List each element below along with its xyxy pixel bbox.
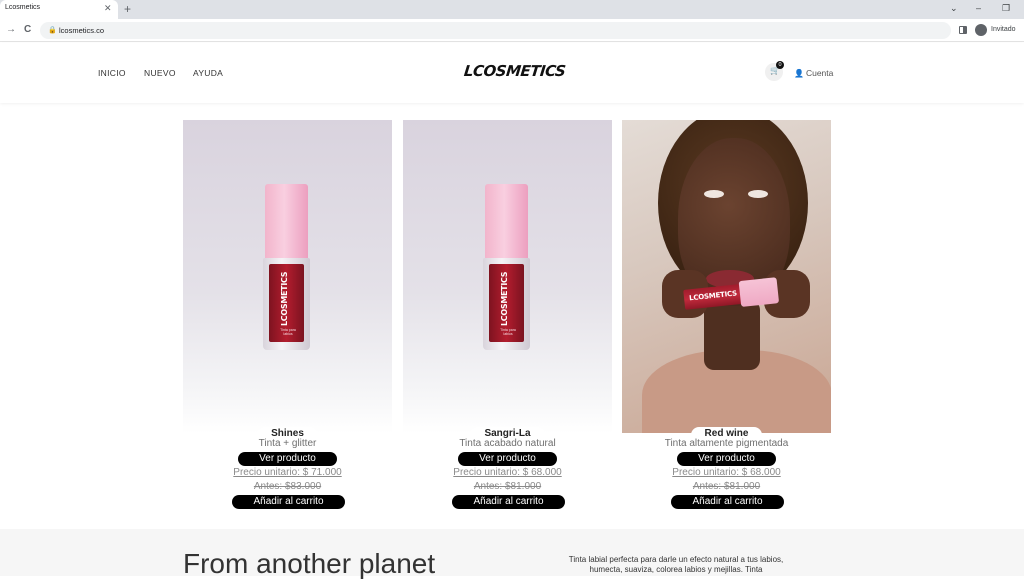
model-neck: [704, 300, 760, 370]
promo-section: From another planet Tinta labial perfect…: [0, 529, 1024, 579]
promo-text: Tinta labial perfecta para darle un efec…: [568, 555, 784, 574]
close-tab-icon[interactable]: ✕: [104, 3, 112, 13]
product-card-sangri-la: LCOSMETICS Tinta para labios Sangri-La T…: [403, 120, 612, 510]
old-price: Antes: $83.000: [253, 481, 322, 492]
view-product-button[interactable]: Ver producto: [458, 452, 557, 466]
user-icon: 👤: [794, 69, 804, 78]
product-image[interactable]: LCOSMETICS Tinta para labios: [403, 120, 612, 433]
product-card-red-wine: LCOSMETICS Red wine Tinta altamente pigm…: [622, 120, 831, 510]
reload-icon[interactable]: C: [24, 24, 31, 36]
cart-count-badge: 0: [776, 61, 784, 69]
bottle-liquid: LCOSMETICS: [683, 283, 743, 310]
bottle-brand: LCOSMETICS: [500, 271, 509, 326]
site-header: INICIO NUEVO AYUDA LCOSMETICS 🛒 0 👤 Cuent…: [0, 43, 1024, 103]
url-text: lcosmetics.co: [59, 26, 105, 35]
promo-title: From another planet: [183, 548, 436, 579]
add-to-cart-button[interactable]: Añadir al carrito: [671, 495, 784, 509]
lock-icon: 🔒: [48, 27, 57, 34]
product-image[interactable]: LCOSMETICS Tinta para labios: [183, 120, 392, 433]
bottle-body: LCOSMETICS Tinta para labios: [483, 258, 530, 350]
view-product-button[interactable]: Ver producto: [677, 452, 776, 466]
side-panel-icon[interactable]: [959, 26, 967, 34]
bottle-subtext: Tinta para labios: [280, 328, 296, 336]
bottle-liquid: LCOSMETICS Tinta para labios: [269, 264, 304, 342]
account-label: Cuenta: [805, 68, 834, 78]
model-eye: [748, 190, 768, 198]
add-to-cart-button[interactable]: Añadir al carrito: [232, 495, 345, 509]
bottle-cap: [265, 184, 308, 259]
unit-price: Precio unitario: $ 71.000: [233, 467, 342, 478]
product-card-shines: LCOSMETICS Tinta para labios Shines Tint…: [183, 120, 392, 510]
nav-link-ayuda[interactable]: AYUDA: [193, 68, 223, 78]
product-image[interactable]: LCOSMETICS: [622, 120, 831, 433]
minimize-icon[interactable]: –: [976, 3, 981, 13]
cart-button[interactable]: 🛒 0: [765, 61, 784, 81]
nav-link-nuevo[interactable]: NUEVO: [144, 68, 176, 78]
old-price: Antes: $81.000: [473, 481, 542, 492]
new-tab-icon[interactable]: +: [124, 2, 131, 16]
address-bar[interactable]: 🔒 lcosmetics.co: [40, 22, 951, 39]
old-price: Antes: $81.000: [692, 481, 761, 492]
profile-label[interactable]: Invitado: [991, 26, 1016, 33]
browser-tab[interactable]: Lcosmetics ✕: [0, 0, 118, 19]
bottle-subtext: Tinta para labios: [500, 328, 516, 336]
browser-tab-strip: Lcosmetics ✕ + ⌄ – ❐: [0, 0, 1024, 19]
tab-title: Lcosmetics: [5, 4, 41, 11]
bottle-liquid: LCOSMETICS Tinta para labios: [489, 264, 524, 342]
product-description: Tinta altamente pigmentada: [664, 438, 789, 449]
view-product-button[interactable]: Ver producto: [238, 452, 337, 466]
tab-search-icon[interactable]: ⌄: [950, 3, 958, 13]
restore-icon[interactable]: ❐: [1002, 3, 1010, 13]
bottle-brand: LCOSMETICS: [688, 289, 738, 303]
bottle-brand: LCOSMETICS: [280, 271, 289, 326]
nav-link-inicio[interactable]: INICIO: [98, 68, 126, 78]
unit-price: Precio unitario: $ 68.000: [672, 467, 781, 478]
site-logo[interactable]: LCOSMETICS: [463, 62, 566, 80]
add-to-cart-button[interactable]: Añadir al carrito: [452, 495, 565, 509]
account-link[interactable]: 👤 Cuenta: [794, 68, 833, 78]
product-description: Tinta + glitter: [258, 438, 317, 449]
bottle-body: LCOSMETICS Tinta para labios: [263, 258, 310, 350]
forward-icon[interactable]: →: [6, 24, 16, 36]
bottle-cap: [485, 184, 528, 259]
unit-price: Precio unitario: $ 68.000: [453, 467, 562, 478]
product-description: Tinta acabado natural: [459, 438, 556, 449]
bottle-cap: [738, 277, 780, 307]
model-eye: [704, 190, 724, 198]
profile-icon[interactable]: [975, 24, 987, 36]
browser-toolbar: → C 🔒 lcosmetics.co Invitado: [0, 19, 1024, 42]
